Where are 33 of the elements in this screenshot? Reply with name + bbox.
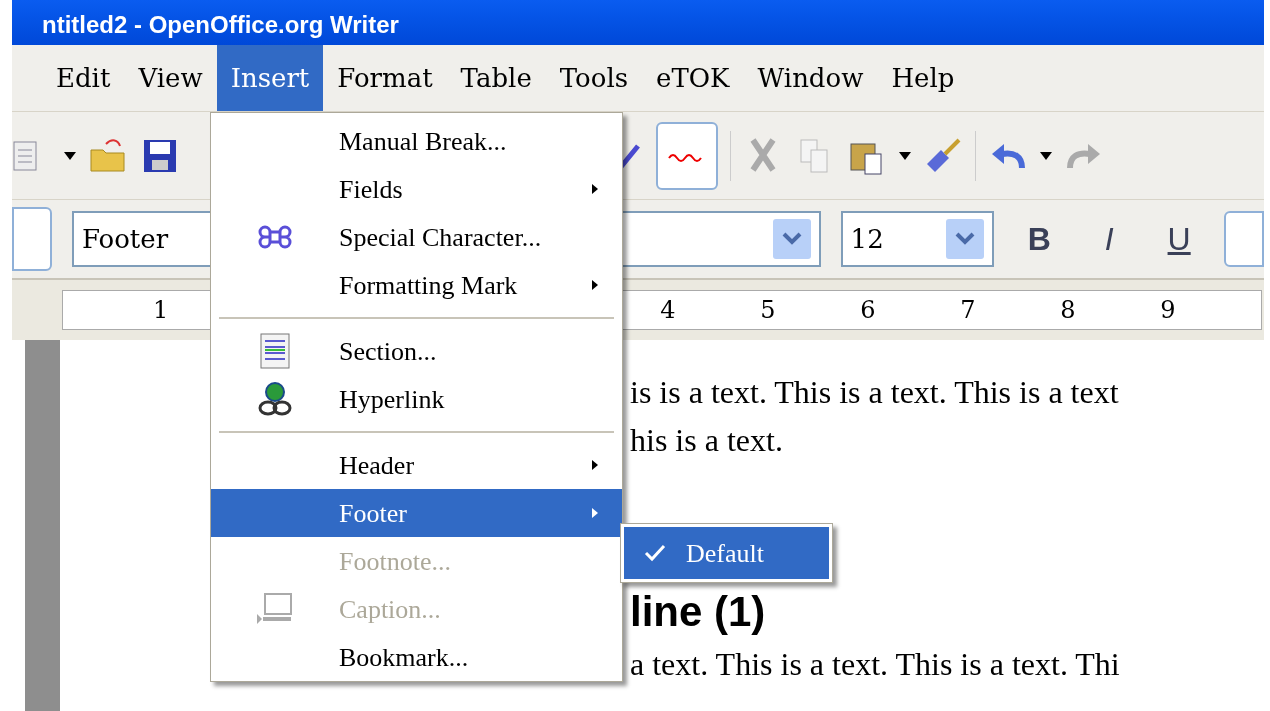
font-size-field[interactable]: 12 xyxy=(840,211,995,267)
menu-option[interactable]: Section... xyxy=(211,327,622,375)
menu-item[interactable]: Edit xyxy=(42,45,125,111)
ruler-number: 6 xyxy=(860,295,877,326)
ruler-number: 1 xyxy=(153,295,169,326)
ruler-number: 8 xyxy=(1060,295,1077,326)
menu-option[interactable]: Fields xyxy=(211,165,622,213)
menu-item[interactable]: Format xyxy=(323,45,447,111)
format-button[interactable]: B xyxy=(1014,215,1065,263)
ruler-number: 9 xyxy=(1160,295,1177,326)
ruler-number: 4 xyxy=(660,295,677,326)
body-text: is is a text. This is a text. This is a text xyxy=(630,373,1120,412)
menu-item[interactable]: Window xyxy=(743,45,878,111)
menu-option[interactable]: Default xyxy=(624,527,829,579)
ruler-number: 7 xyxy=(960,295,977,326)
heading: line (1) xyxy=(630,588,767,636)
menu-item[interactable]: eTOK xyxy=(642,45,744,111)
ruler-number: 5 xyxy=(760,295,777,326)
format-button[interactable]: U xyxy=(1154,215,1205,263)
menu-option[interactable]: Footer xyxy=(211,489,622,537)
menu-option[interactable]: Manual Break... xyxy=(211,117,622,165)
window-title: ntitled2 - OpenOffice.org Writer xyxy=(42,13,399,37)
menu-item[interactable]: Help xyxy=(877,45,969,111)
menu-item[interactable]: Insert xyxy=(216,45,324,111)
menu-option[interactable]: Bookmark... xyxy=(211,633,622,681)
menu-item[interactable]: View xyxy=(124,45,217,111)
body-text: his is a text. xyxy=(630,421,784,460)
menu-option[interactable]: Header xyxy=(211,441,622,489)
menu-item[interactable]: Table xyxy=(446,45,546,111)
format-button[interactable]: I xyxy=(1084,215,1135,263)
menu-option[interactable]: Hyperlink xyxy=(211,375,622,423)
body-text: a text. This is a text. This is a text. Thi xyxy=(630,645,1121,684)
menu-item[interactable]: Tools xyxy=(545,45,643,111)
